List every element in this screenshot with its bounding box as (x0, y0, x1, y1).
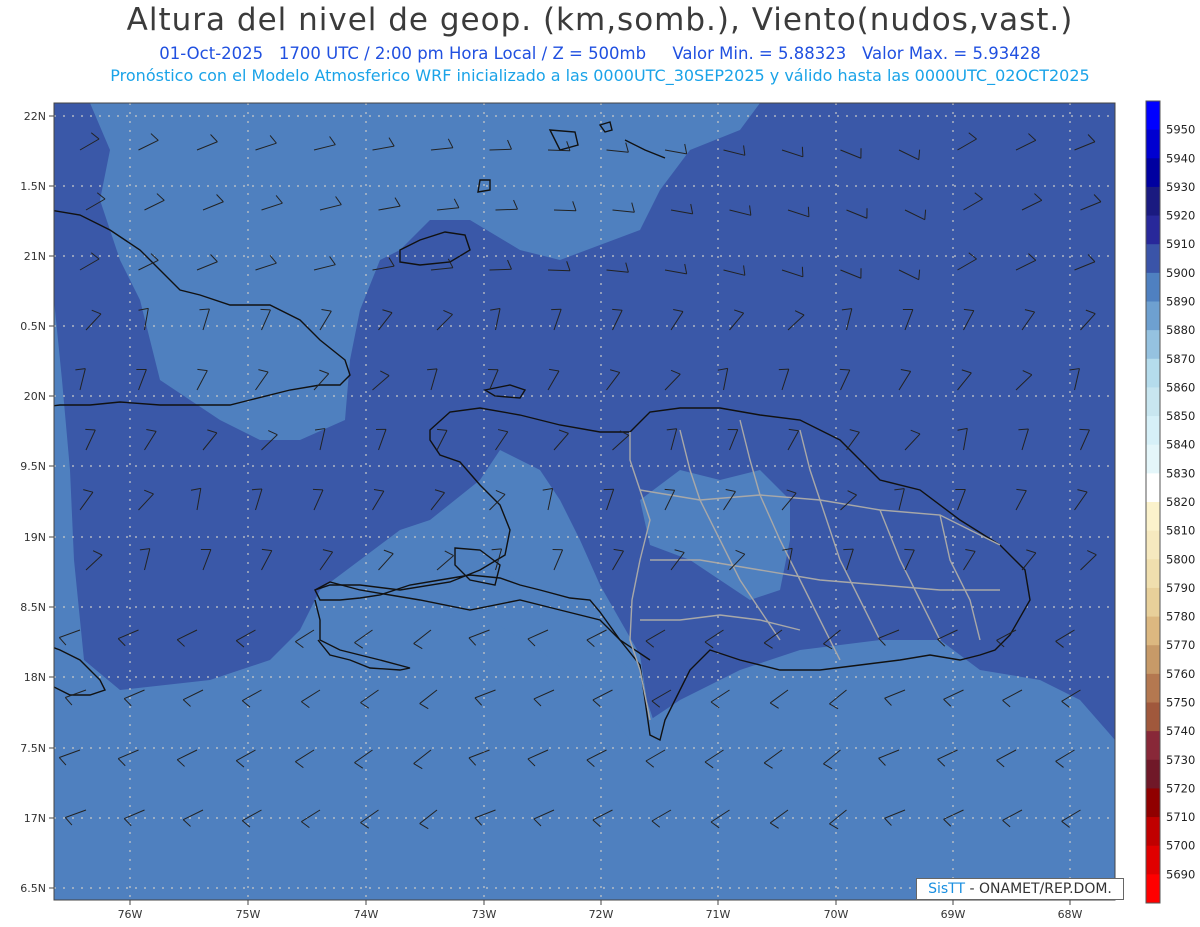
colorbar-swatch (1146, 186, 1160, 217)
colorbar-swatch (1146, 358, 1160, 388)
colorbar-swatch (1146, 845, 1160, 875)
lat-tick-label: 0.5N (20, 320, 46, 333)
lon-tick-label: 73W (472, 908, 497, 921)
colorbar-swatch (1146, 673, 1160, 703)
colorbar-label: 5900 (1166, 266, 1195, 280)
colorbar-label: 5700 (1166, 839, 1195, 853)
colorbar: 5950 5940 5930 5920 5910 5900 5890 5880 5870 5860… (1145, 100, 1195, 904)
lon-tick-label: 70W (824, 908, 849, 921)
colorbar-label: 5780 (1166, 610, 1195, 624)
map-canvas: 22N 1.5N 21N 0.5N 20N 9.5N 19N 8.5N 18N 7.5N 17N 6.… (20, 100, 1195, 921)
colorbar-label: 5880 (1166, 323, 1195, 337)
lat-tick-label: 21N (24, 250, 46, 263)
colorbar-label: 5720 (1166, 781, 1195, 795)
colorbar-label: 5920 (1166, 209, 1195, 223)
lat-tick-label: 9.5N (20, 460, 46, 473)
colorbar-label: 5790 (1166, 581, 1195, 595)
colorbar-swatch (1146, 645, 1160, 675)
credit-text: - ONAMET/REP.DOM. (965, 881, 1112, 897)
lon-tick-label: 75W (236, 908, 261, 921)
lat-tick-label: 1.5N (20, 180, 46, 193)
lon-tick-label: 71W (706, 908, 731, 921)
lat-tick-label: 18N (24, 671, 46, 684)
colorbar-swatch (1146, 874, 1160, 904)
lat-tick-label: 6.5N (20, 882, 46, 895)
colorbar-label: 5830 (1166, 466, 1195, 480)
colorbar-swatch (1146, 817, 1160, 847)
colorbar-label: 5840 (1166, 438, 1195, 452)
lat-tick-label: 17N (24, 812, 46, 825)
colorbar-label: 5690 (1166, 867, 1195, 881)
colorbar-swatch (1146, 158, 1160, 188)
credit-box: SisTT - ONAMET/REP.DOM. (916, 878, 1124, 900)
colorbar-label: 5770 (1166, 638, 1195, 652)
lat-tick-label: 7.5N (20, 742, 46, 755)
colorbar-swatch (1146, 416, 1160, 446)
colorbar-swatch (1146, 244, 1160, 274)
colorbar-swatch (1146, 387, 1160, 417)
colorbar-label: 5740 (1166, 724, 1195, 738)
longitude-axis: 76W 75W 74W 73W 72W 71W 70W 69W 68W (118, 900, 1083, 921)
colorbar-label: 5800 (1166, 552, 1195, 566)
lat-tick-label: 19N (24, 531, 46, 544)
latitude-axis: 22N 1.5N 21N 0.5N 20N 9.5N 19N 8.5N 18N 7.5N 17N 6.… (20, 110, 54, 895)
colorbar-label: 5930 (1166, 180, 1195, 194)
colorbar-swatch (1146, 759, 1160, 789)
colorbar-swatch (1146, 616, 1160, 646)
colorbar-swatch (1146, 215, 1160, 245)
colorbar-label: 5910 (1166, 237, 1195, 251)
lon-tick-label: 68W (1058, 908, 1083, 921)
lat-tick-label: 8.5N (20, 601, 46, 614)
colorbar-label: 5750 (1166, 696, 1195, 710)
colorbar-label: 5710 (1166, 810, 1195, 824)
colorbar-swatch (1146, 530, 1160, 560)
colorbar-label: 5940 (1166, 151, 1195, 165)
colorbar-swatch (1146, 101, 1160, 131)
lat-tick-label: 22N (24, 110, 46, 123)
colorbar-swatch (1146, 559, 1160, 589)
colorbar-swatch (1146, 272, 1160, 302)
colorbar-swatch (1146, 444, 1160, 474)
credit-brand: SisTT (928, 881, 966, 897)
colorbar-label: 5850 (1166, 409, 1195, 423)
colorbar-swatch (1146, 731, 1160, 761)
lon-tick-label: 72W (589, 908, 614, 921)
colorbar-swatch (1146, 330, 1160, 360)
lon-tick-label: 69W (941, 908, 966, 921)
colorbar-label: 5860 (1166, 380, 1195, 394)
colorbar-swatch (1146, 502, 1160, 532)
colorbar-label: 5870 (1166, 352, 1195, 366)
colorbar-swatch (1146, 301, 1160, 331)
lon-tick-label: 76W (118, 908, 143, 921)
colorbar-label: 5760 (1166, 667, 1195, 681)
colorbar-label: 5890 (1166, 295, 1195, 309)
colorbar-label: 5820 (1166, 495, 1195, 509)
lat-tick-label: 20N (24, 390, 46, 403)
colorbar-swatch (1146, 788, 1160, 818)
colorbar-swatch (1146, 129, 1160, 159)
colorbar-label: 5810 (1166, 524, 1195, 538)
colorbar-label: 5950 (1166, 123, 1195, 137)
colorbar-swatch (1146, 473, 1160, 503)
colorbar-label: 5730 (1166, 753, 1195, 767)
lon-tick-label: 74W (354, 908, 379, 921)
colorbar-swatch (1146, 587, 1160, 618)
colorbar-swatch (1146, 702, 1160, 732)
